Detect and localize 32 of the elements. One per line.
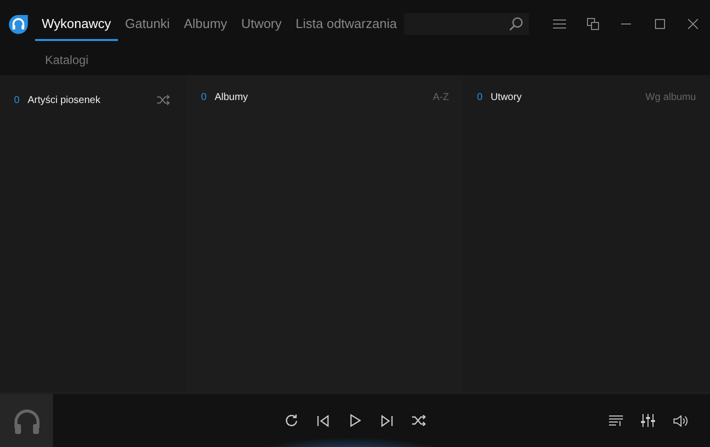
shuffle-icon (412, 415, 426, 426)
maximize-icon (654, 19, 665, 29)
headphones-icon (12, 408, 40, 434)
equalizer-icon (641, 414, 655, 427)
minimize-icon (621, 23, 632, 25)
nav-tab[interactable]: Wykonawcy (34, 7, 118, 41)
nav-tab[interactable]: Lista odtwarzania (288, 7, 404, 41)
nav-tab[interactable]: Gatunki (118, 7, 177, 41)
item-count: 0 (477, 91, 483, 105)
search-icon (508, 17, 523, 31)
item-count: 0 (14, 94, 20, 108)
item-count: 0 (201, 91, 207, 105)
sort-button[interactable]: A-Z (432, 90, 449, 105)
menu-icon (553, 19, 566, 29)
next-icon (381, 414, 393, 426)
close-icon (688, 19, 698, 29)
volume-icon (672, 414, 688, 426)
panel-title: Albumy (214, 91, 248, 105)
nav-tab[interactable]: Albumy (176, 7, 234, 41)
search-field[interactable] (404, 13, 529, 35)
nav-tab[interactable]: Katalogi (45, 51, 88, 69)
app-logo-icon (8, 12, 29, 36)
previous-icon (317, 414, 329, 426)
play-icon (349, 414, 361, 427)
playlist-icon (609, 414, 623, 426)
nav-tab[interactable]: Utwory (234, 7, 289, 41)
shuffle-icon (156, 95, 170, 105)
panel-title: Artyści piosenek (28, 94, 100, 108)
repeat-icon (284, 414, 298, 427)
sort-button[interactable]: Wg albumu (645, 90, 696, 105)
panel-title: Utwory (490, 91, 522, 105)
mini-player-icon (586, 18, 599, 30)
